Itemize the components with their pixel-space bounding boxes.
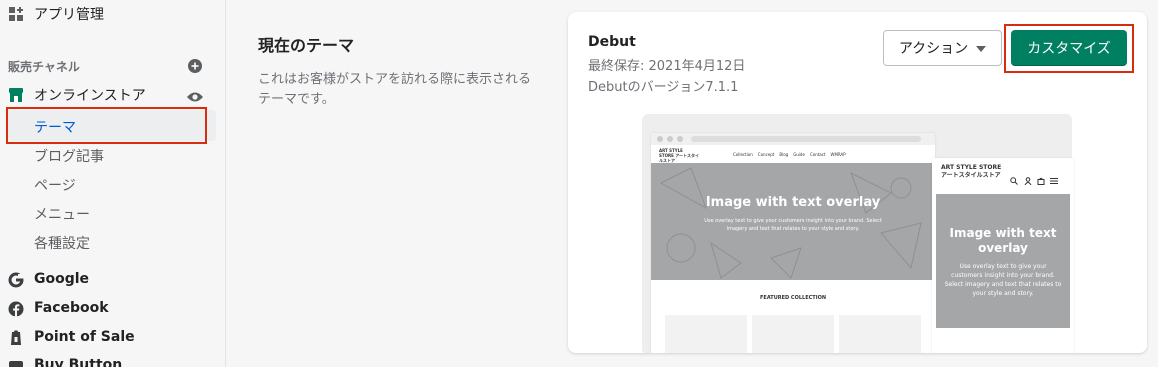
browser-bar (651, 133, 935, 145)
sidebar-item-buy-button[interactable]: Buy Button (0, 356, 220, 367)
account-icon (1024, 170, 1032, 189)
hero-title: Image with text overlay (705, 195, 881, 210)
nav-item: Blog (779, 152, 789, 157)
mobile-preview: ART STYLE STORE アートスタイルストア Image with te… (932, 158, 1074, 353)
nav-item: WMRAP (830, 152, 846, 157)
apps-icon (8, 6, 24, 22)
sidebar-item-facebook[interactable]: Facebook (0, 299, 220, 319)
sidebar-item-pos[interactable]: Point of Sale (0, 328, 220, 348)
sidebar-item-label: Facebook (34, 300, 109, 316)
nav-item: Concept (757, 152, 775, 157)
theme-last-saved: 最終保存: 2021年4月12日 (588, 59, 746, 74)
hero-image: Image with text overlay Use overlay text… (651, 163, 935, 280)
cart-icon (1037, 170, 1045, 189)
facebook-icon (8, 301, 24, 317)
highlight-box (6, 107, 207, 144)
sidebar: アプリ管理 販売チャネル オンラインストア テーマ ブログ記事 ページ メニュー… (0, 0, 226, 367)
sidebar-subitem-blog[interactable]: ブログ記事 (34, 146, 104, 166)
sidebar-item-label: Buy Button (34, 357, 123, 367)
sidebar-subitem-menu[interactable]: メニュー (34, 204, 90, 224)
sidebar-item-label: オンラインストア (34, 88, 146, 104)
nav-item: Guide (793, 152, 805, 157)
menu-icon (1050, 170, 1058, 189)
sidebar-item-apps[interactable]: アプリ管理 (0, 4, 220, 24)
page-description: これはお客様がストアを訪れる際に表示されるテーマです。 (258, 72, 532, 107)
theme-card: Debut 最終保存: 2021年4月12日 Debutのバージョン7.1.1 … (568, 12, 1147, 353)
product-tile (665, 315, 747, 353)
preview-store-name: ART STYLE STORE アートスタイルストア (659, 148, 699, 163)
mobile-hero-image: Image with text overlay Use overlay text… (936, 194, 1070, 328)
featured-heading: FEATURED COLLECTION (759, 295, 827, 301)
nav-item: Contact (809, 152, 826, 157)
google-icon (8, 272, 24, 288)
sidebar-item-google[interactable]: Google (0, 270, 220, 290)
pos-icon (8, 330, 24, 346)
theme-version: Debutのバージョン7.1.1 (588, 80, 739, 95)
product-tile (839, 315, 921, 353)
search-icon (1010, 170, 1018, 189)
action-button[interactable]: アクション (883, 30, 1002, 66)
customize-button[interactable]: カスタマイズ (1011, 30, 1127, 66)
action-label: アクション (898, 41, 969, 57)
product-tile (752, 315, 834, 353)
mobile-store-name: ART STYLE STORE アートスタイルストア (941, 164, 1002, 179)
sidebar-subitem-pages[interactable]: ページ (34, 175, 76, 195)
plus-circle-icon[interactable] (188, 58, 202, 73)
sidebar-item-label: Google (34, 271, 90, 287)
theme-name: Debut (588, 34, 636, 50)
mobile-hero-title: Image with text overlay (949, 226, 1057, 255)
sidebar-subitem-settings[interactable]: 各種設定 (34, 233, 90, 253)
mobile-hero-subtitle: Use overlay text to give your customers … (944, 263, 1062, 297)
page-title: 現在のテーマ (258, 36, 355, 55)
store-icon (8, 87, 24, 103)
hero-subtitle: Use overlay text to give your customers … (704, 218, 882, 232)
desktop-preview: ART STYLE STORE アートスタイルストア Collection Co… (651, 133, 935, 353)
sidebar-item-label: Point of Sale (34, 329, 135, 345)
preview-nav: Collection Concept Blog Guide Contact WM… (733, 152, 846, 157)
caret-down-icon (976, 40, 987, 56)
eye-icon[interactable] (186, 88, 204, 102)
nav-item: Collection (733, 152, 753, 157)
sales-channels-header: 販売チャネル (8, 60, 80, 74)
sidebar-item-label: アプリ管理 (34, 7, 104, 23)
buy-button-icon (8, 358, 24, 367)
